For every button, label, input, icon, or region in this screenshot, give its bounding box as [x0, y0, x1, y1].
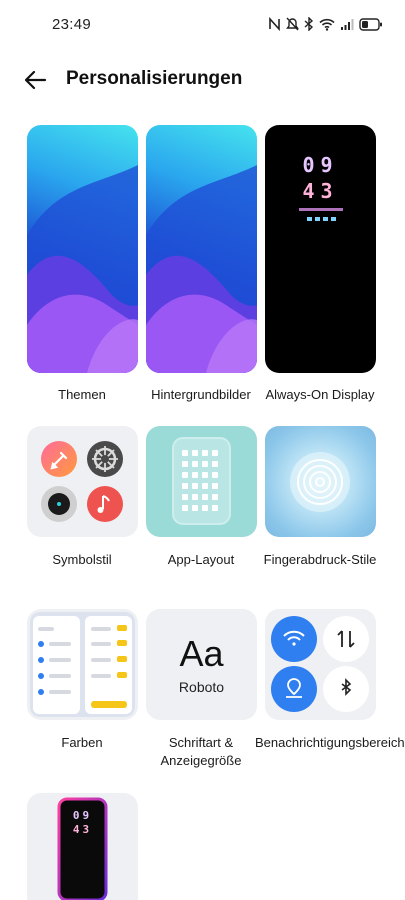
status-icons [268, 17, 383, 31]
status-bar: 23:49 [0, 0, 405, 52]
wallpapers-label: Hintergrundbilder [151, 387, 251, 402]
wallpapers-tile[interactable] [146, 125, 257, 373]
themes-preview-image [27, 165, 138, 373]
notification-area-label: Benachrichtigungsbereich [255, 735, 405, 750]
mute-icon [286, 17, 299, 31]
aod-hour: 09 [302, 153, 339, 177]
notification-area-tile[interactable] [265, 609, 376, 720]
battery-icon [359, 17, 382, 31]
arrow-left-icon[interactable] [22, 66, 50, 94]
wallpaper-preview-image [146, 165, 257, 373]
fingerprint-style-tile[interactable] [265, 426, 376, 537]
app-layout-tile[interactable] [146, 426, 257, 537]
app-layout-grid-icon [172, 437, 231, 525]
font-name: Roboto [178, 679, 225, 695]
fingerprint-style-label: Fingerabdruck-Stile [263, 552, 377, 567]
aod-minute: 43 [302, 179, 339, 203]
font-display-size-tile[interactable]: Aa Roboto [146, 609, 257, 720]
app-layout-label: App-Layout [167, 552, 235, 567]
edge-preview-hour: 09 [72, 809, 93, 822]
wifi-icon [319, 18, 335, 31]
bluetooth-icon [304, 17, 314, 31]
always-on-display-tile[interactable]: 09 43 [265, 125, 376, 373]
notification-area-preview [271, 616, 369, 712]
themes-tile[interactable] [27, 125, 138, 373]
page-title: Personalisierungen [66, 68, 243, 89]
nfc-icon [269, 17, 280, 31]
icon-style-tile[interactable] [27, 426, 138, 537]
font-display-size-label: Schriftart & Anzeigegröße [160, 735, 242, 768]
colors-preview [30, 612, 135, 717]
edge-preview-minute: 43 [72, 823, 93, 836]
status-time: 23:49 [52, 16, 92, 33]
themes-label: Themen [58, 387, 106, 402]
edge-lighting-tile[interactable]: 09 43 [27, 793, 138, 900]
fingerprint-icon [290, 452, 350, 512]
always-on-display-label: Always-On Display [265, 387, 375, 402]
icon-style-label: Symbolstil [52, 552, 112, 567]
icon-style-preview [41, 441, 123, 522]
aod-info-dots [299, 208, 343, 221]
signal-icon [341, 18, 354, 30]
font-sample: Aa [179, 633, 224, 674]
app-header: Personalisierungen [0, 58, 405, 102]
colors-tile[interactable] [27, 609, 138, 720]
colors-label: Farben [61, 735, 103, 750]
